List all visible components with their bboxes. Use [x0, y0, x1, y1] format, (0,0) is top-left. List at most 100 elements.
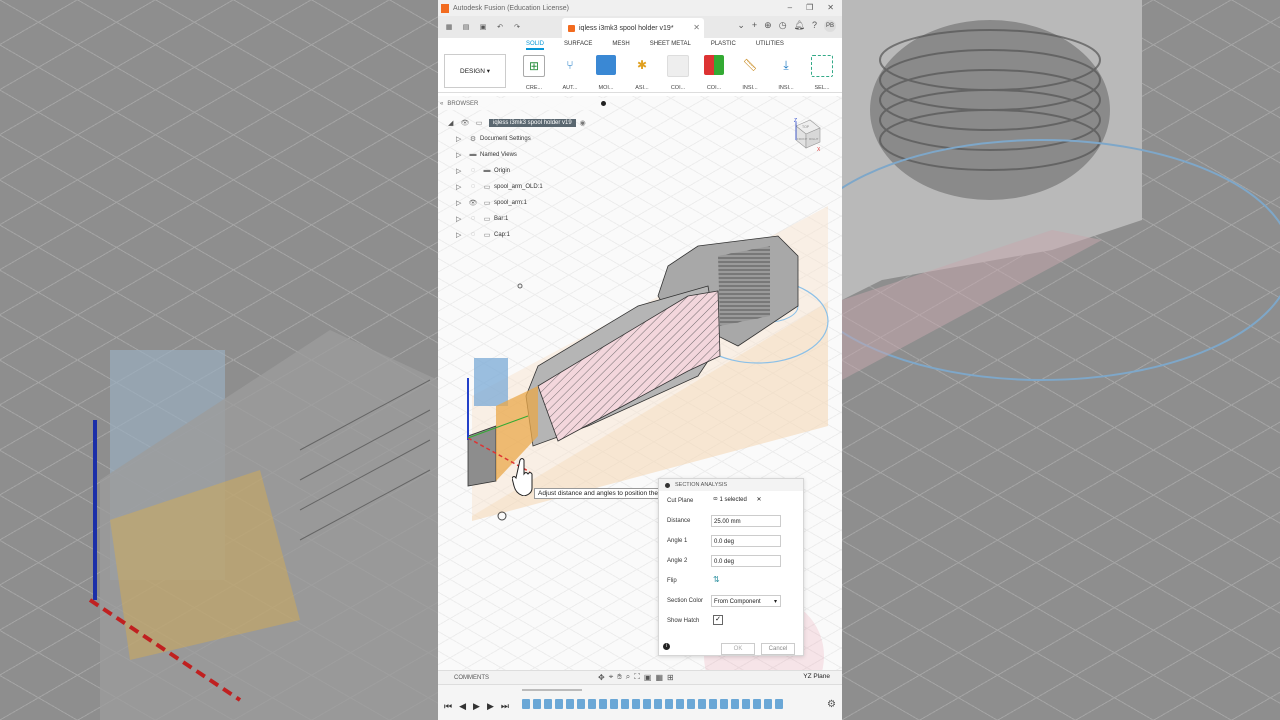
tab-plastic[interactable]: PLASTIC: [711, 38, 736, 50]
expand-icon[interactable]: ▷: [456, 151, 466, 159]
timeline-feature-icon[interactable]: [566, 699, 574, 709]
collapse-browser-icon[interactable]: «: [440, 101, 443, 107]
activate-icon[interactable]: ◉: [576, 119, 590, 127]
pan-icon[interactable]: ✋︎: [617, 672, 622, 682]
assemble-group[interactable]: ✱ ASI...: [624, 51, 660, 91]
timeline-feature-icon[interactable]: [698, 699, 706, 709]
maximize-icon[interactable]: ❐: [806, 3, 813, 12]
distance-input[interactable]: 25.00 mm: [711, 515, 781, 527]
timeline-feature-icon[interactable]: [665, 699, 673, 709]
display-settings-icon[interactable]: ▣: [644, 673, 652, 682]
flip-icon[interactable]: ⇅: [713, 575, 720, 584]
viewports-icon[interactable]: ⊞: [667, 673, 674, 682]
timeline-feature-icon[interactable]: [610, 699, 618, 709]
3d-viewport[interactable]: « BROWSER ◢ 👁︎ ▭ iqless i3mk3 spool hold…: [438, 96, 842, 670]
workspace-selector[interactable]: DESIGN ▾: [444, 54, 506, 88]
info-icon[interactable]: i: [663, 643, 670, 650]
new-tab-icon[interactable]: +: [752, 20, 757, 32]
expand-icon[interactable]: ▷: [456, 135, 466, 143]
timeline-feature-icon[interactable]: [709, 699, 717, 709]
step-back-icon[interactable]: ◀: [459, 701, 466, 712]
go-to-end-icon[interactable]: ⏭: [501, 701, 509, 712]
collapse-icon[interactable]: ◢: [448, 119, 458, 127]
zoom-icon[interactable]: ⌕: [626, 672, 630, 682]
timeline-feature-icon[interactable]: [599, 699, 607, 709]
undo-icon[interactable]: ↶: [494, 23, 506, 31]
close-tab-icon[interactable]: ✕: [693, 23, 700, 32]
expand-icon[interactable]: ▷: [456, 183, 466, 191]
timeline-feature-icon[interactable]: [720, 699, 728, 709]
tab-mesh[interactable]: MESH: [612, 38, 629, 50]
eye-off-icon[interactable]: ◌: [466, 215, 480, 223]
tree-root[interactable]: ◢ 👁︎ ▭ iqless i3mk3 spool holder v19 ◉: [448, 115, 590, 131]
timeline-feature-icon[interactable]: [654, 699, 662, 709]
modify-group[interactable]: MOI...: [588, 51, 624, 91]
avatar[interactable]: PB: [824, 20, 836, 32]
eye-off-icon[interactable]: ◌: [466, 231, 480, 239]
panel-header[interactable]: SECTION ANALYSIS: [659, 479, 803, 491]
timeline-feature-icon[interactable]: [731, 699, 739, 709]
timeline-feature-icon[interactable]: [632, 699, 640, 709]
expand-icon[interactable]: ▷: [456, 215, 466, 223]
tab-dropdown-icon[interactable]: ⌄: [737, 20, 745, 32]
fit-icon[interactable]: ⛶: [634, 672, 640, 682]
timeline-feature-icon[interactable]: [621, 699, 629, 709]
insert-group[interactable]: ⤓ INSI...: [768, 51, 804, 92]
expand-icon[interactable]: ▷: [456, 167, 466, 175]
play-icon[interactable]: ▶: [473, 701, 480, 712]
construct-group[interactable]: COI...: [660, 51, 696, 91]
timeline-feature-icon[interactable]: [676, 699, 684, 709]
timeline-settings-gear-icon[interactable]: ⚙: [827, 699, 836, 710]
tree-item[interactable]: ▷ ⚙ Document Settings: [448, 131, 590, 147]
orbit-icon[interactable]: ✥: [598, 673, 605, 682]
go-to-start-icon[interactable]: ⏮: [444, 701, 452, 712]
tree-item[interactable]: ▷ ◌ ▭ spool_arm_OLD:1: [448, 179, 590, 195]
save-icon[interactable]: ▣: [477, 23, 489, 31]
create-group[interactable]: ⊞ CRE...: [516, 51, 552, 91]
document-tab[interactable]: iqless i3mk3 spool holder v19* ✕: [562, 18, 704, 38]
tree-item[interactable]: ▷ 👁︎ ▭ spool_arm:1: [448, 195, 590, 211]
timeline-feature-icon[interactable]: [555, 699, 563, 709]
eye-off-icon[interactable]: ◌: [466, 167, 480, 175]
clear-selection-icon[interactable]: ✕: [757, 497, 762, 503]
notifications-icon[interactable]: 🔔︎: [794, 20, 805, 32]
file-icon[interactable]: ▤: [460, 23, 472, 31]
timeline-feature-icon[interactable]: [522, 699, 530, 709]
timeline-feature-icon[interactable]: [687, 699, 695, 709]
cut-plane-selection[interactable]: ⮹ 1 selected ✕: [713, 496, 762, 504]
clock-icon[interactable]: ◷: [779, 20, 787, 32]
view-cube[interactable]: Z TOP FRONT RIGHT X: [786, 116, 822, 152]
timeline-feature-icon[interactable]: [577, 699, 585, 709]
minimize-icon[interactable]: –: [788, 3, 792, 12]
timeline-feature-icon[interactable]: [544, 699, 552, 709]
timeline-feature-icon[interactable]: [742, 699, 750, 709]
tab-sheet-metal[interactable]: SHEET METAL: [650, 38, 691, 50]
browser-header[interactable]: « BROWSER: [440, 98, 610, 110]
show-hatch-checkbox[interactable]: ✓: [713, 615, 723, 625]
select-group[interactable]: SEL...: [804, 51, 840, 91]
tab-solid[interactable]: SOLID: [526, 38, 545, 50]
timeline-feature-icon[interactable]: [753, 699, 761, 709]
inspect-plane-group[interactable]: COI...: [696, 51, 732, 91]
tab-utilities[interactable]: UTILITIES: [756, 38, 784, 50]
timeline-scrollbar[interactable]: [522, 689, 582, 691]
angle2-input[interactable]: 0.0 deg: [711, 555, 781, 567]
extensions-icon[interactable]: ⊕: [764, 20, 772, 32]
tree-item[interactable]: ▷ ◌ ▭ Bar:1: [448, 211, 590, 227]
eye-off-icon[interactable]: ◌: [466, 183, 480, 191]
browser-pin-icon[interactable]: [601, 101, 606, 106]
expand-icon[interactable]: ▷: [456, 199, 466, 207]
collapse-panel-icon[interactable]: [665, 482, 670, 488]
look-at-icon[interactable]: ⌖: [609, 672, 614, 682]
step-forward-icon[interactable]: ▶: [487, 701, 494, 712]
grid-menu-icon[interactable]: ▦: [443, 23, 455, 31]
cancel-button[interactable]: Cancel: [761, 643, 795, 655]
timeline-feature-icon[interactable]: [533, 699, 541, 709]
inspect-group[interactable]: 📏︎ INSI...: [732, 51, 768, 91]
eye-icon[interactable]: 👁︎: [466, 199, 480, 207]
automate-group[interactable]: ⑂ AUT...: [552, 51, 588, 91]
section-color-select[interactable]: From Component ▾: [711, 595, 781, 607]
tab-surface[interactable]: SURFACE: [564, 38, 592, 50]
redo-icon[interactable]: ↷: [511, 23, 523, 31]
timeline-feature-icon[interactable]: [643, 699, 651, 709]
